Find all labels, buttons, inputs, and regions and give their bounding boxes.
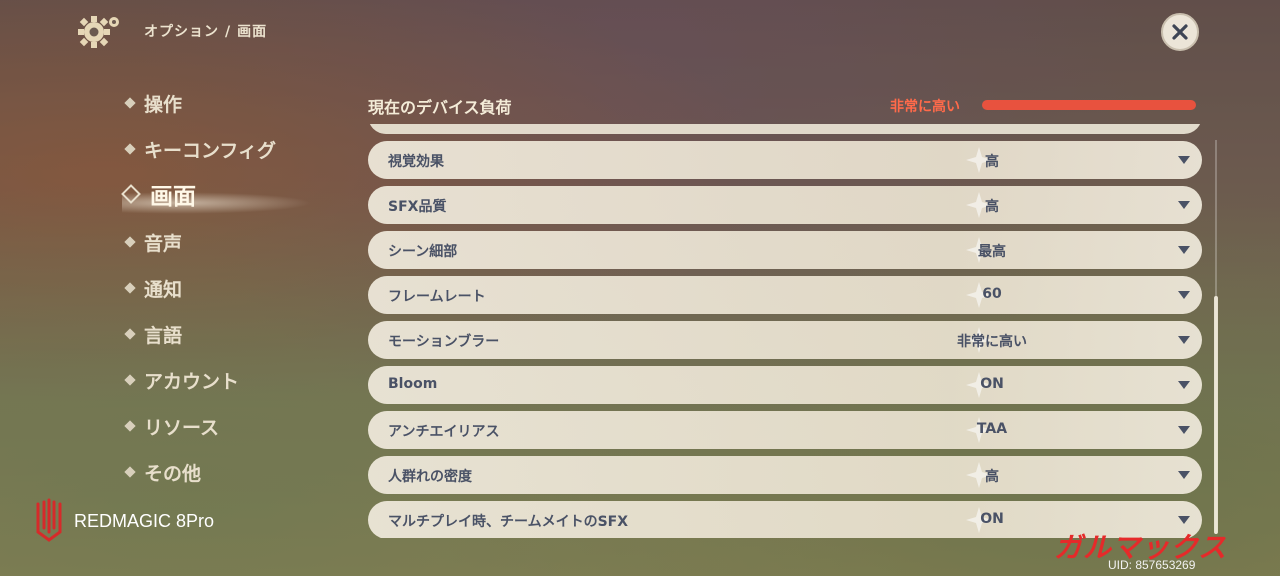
setting-label: マルチプレイ時、チームメイトのSFX [388,514,629,530]
sidebar-item-label: 音声 [144,232,183,255]
sidebar-item-display[interactable]: 画面 [121,179,196,210]
diamond-bullet-icon [124,328,136,340]
setting-row-crowd-density[interactable]: 人群れの密度 高 [368,456,1202,494]
diamond-bullet-icon [124,282,136,294]
breadcrumb: オプション / 画面 [144,21,267,41]
sidebar-item-account[interactable]: アカウント [124,365,240,395]
setting-value: ON [980,511,1004,527]
sidebar-item-notifications[interactable]: 通知 [124,273,183,303]
gear-icon [76,12,124,52]
setting-value: 最高 [978,244,1006,260]
diamond-bullet-icon [124,97,136,109]
setting-row-scene-detail[interactable]: シーン細部 最高 [368,231,1202,269]
redmagic-logo-icon [36,498,62,542]
scrollbar-thumb[interactable] [1214,296,1218,534]
breadcrumb-root[interactable]: オプション [144,24,219,40]
partial-row [368,124,1202,134]
setting-value: ON [980,376,1004,392]
sidebar-item-label: その他 [144,462,202,485]
sidebar-item-label: 通知 [144,278,183,301]
setting-value: 高 [985,199,999,215]
setting-value: 非常に高い [957,334,1027,350]
sidebar-item-resources[interactable]: リソース [124,411,220,441]
setting-row-bloom[interactable]: Bloom ON [368,366,1202,404]
diamond-bullet-icon [124,466,136,478]
device-load-bar [982,100,1196,110]
dropdown-arrow-icon[interactable] [1178,246,1190,254]
dropdown-arrow-icon[interactable] [1178,471,1190,479]
diamond-bullet-icon [124,236,136,248]
sidebar-item-label: アカウント [144,370,240,393]
device-load-title: 現在のデバイス負荷 [368,98,512,117]
diamond-bullet-icon [121,184,141,204]
dropdown-arrow-icon[interactable] [1178,516,1190,524]
setting-row-frame-rate[interactable]: フレームレート 60 [368,276,1202,314]
setting-label: 視覚効果 [388,154,444,170]
setting-label: SFX品質 [388,199,447,215]
setting-value: 60 [982,286,1002,302]
sidebar-item-language[interactable]: 言語 [124,319,183,349]
setting-value: 高 [985,154,999,170]
setting-row-sfx-quality[interactable]: SFX品質 高 [368,186,1202,224]
setting-label: アンチエイリアス [388,424,500,440]
device-brand-watermark: REDMAGIC 8Pro [32,498,214,544]
close-button[interactable] [1161,13,1199,51]
setting-value: 高 [985,469,999,485]
setting-row-motion-blur[interactable]: モーションブラー 非常に高い [368,321,1202,359]
sidebar-item-controls[interactable]: 操作 [124,88,183,118]
sidebar-item-other[interactable]: その他 [124,457,202,487]
diamond-bullet-icon [124,374,136,386]
diamond-bullet-icon [124,143,136,155]
setting-label: フレームレート [388,289,486,305]
setting-value: TAA [976,421,1008,437]
uid-label: UID: 857653269 [1108,558,1196,572]
breadcrumb-separator: / [225,24,232,40]
diamond-bullet-icon [124,420,136,432]
close-icon [1172,24,1188,40]
dropdown-arrow-icon[interactable] [1178,291,1190,299]
dropdown-arrow-icon[interactable] [1178,426,1190,434]
breadcrumb-current: 画面 [237,24,268,40]
setting-label: モーションブラー [388,334,500,350]
dropdown-arrow-icon[interactable] [1178,201,1190,209]
device-brand-text: REDMAGIC 8Pro [74,510,215,531]
graphics-settings-list: 視覚効果 高 SFX品質 高 シーン細部 最高 フレームレート 60 モーション… [368,124,1202,538]
sidebar-item-label: 画面 [150,184,196,210]
device-load-value: 非常に高い [890,99,960,115]
dropdown-arrow-icon[interactable] [1178,156,1190,164]
sidebar-item-key-config[interactable]: キーコンフィグ [124,134,277,164]
dropdown-arrow-icon[interactable] [1178,336,1190,344]
setting-label: 人群れの密度 [388,469,472,485]
dropdown-arrow-icon[interactable] [1178,381,1190,389]
sidebar-item-label: キーコンフィグ [144,139,277,162]
sidebar-item-label: リソース [144,416,220,439]
setting-label: シーン細部 [388,244,458,260]
sidebar-item-label: 言語 [144,324,183,347]
setting-label: Bloom [388,376,438,392]
setting-row-visual-effects[interactable]: 視覚効果 高 [368,141,1202,179]
sidebar-item-label: 操作 [144,93,183,116]
setting-row-anti-aliasing[interactable]: アンチエイリアス TAA [368,411,1202,449]
sidebar-item-audio[interactable]: 音声 [124,227,183,257]
